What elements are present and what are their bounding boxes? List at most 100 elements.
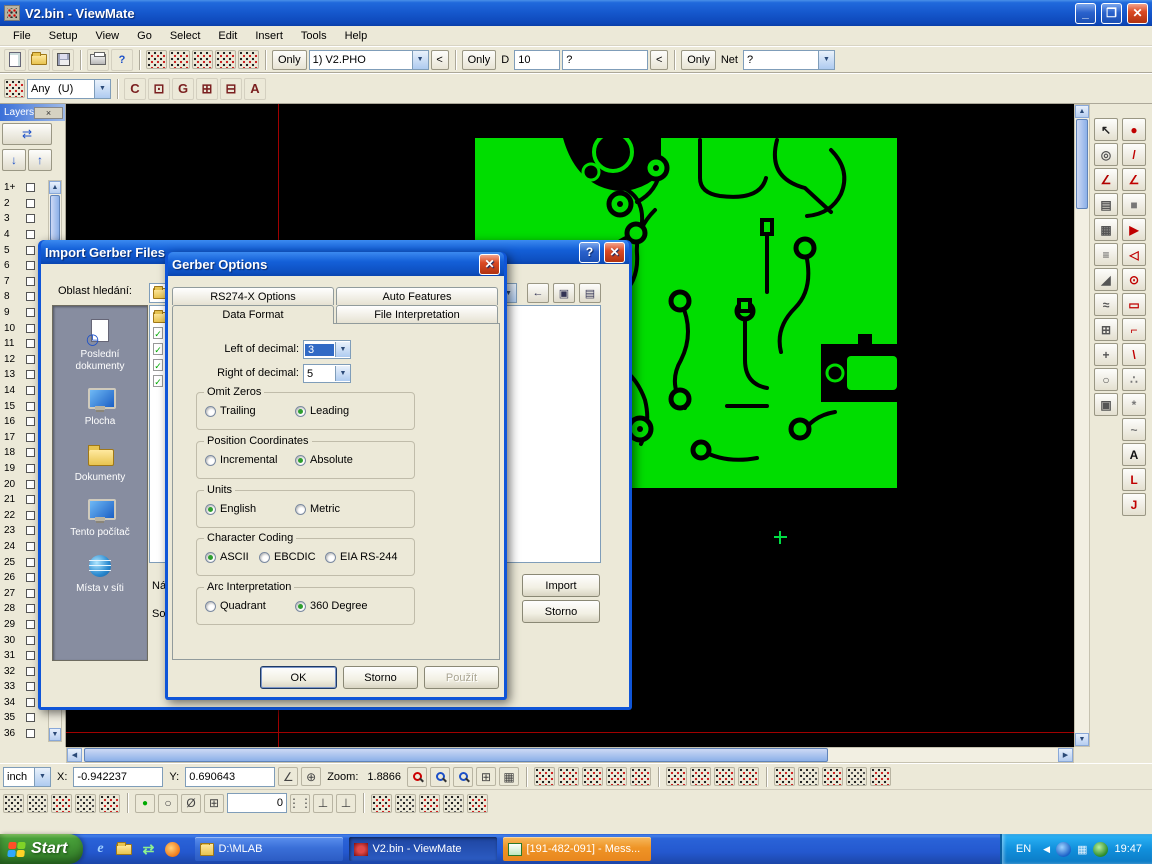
circle-pad-tool-icon[interactable]: ⊙ [1122,268,1146,291]
display-mode-icon[interactable] [798,767,819,786]
only-layer-toggle[interactable]: Only [272,50,307,70]
display-mode-icon[interactable] [870,767,891,786]
restore-button[interactable]: ❐ [1101,3,1122,24]
menu-item-select[interactable]: Select [161,28,210,44]
menu-item-view[interactable]: View [86,28,128,44]
radio-ebcdic[interactable]: EBCDIC [259,551,316,563]
only-dcode-toggle[interactable]: Only [462,50,497,70]
c-code-filter-icon[interactable]: C [124,78,146,100]
layer-color-box[interactable] [26,277,35,286]
net-combobox[interactable]: ? ▼ [743,50,835,70]
radio-trailing[interactable]: Trailing [205,405,256,417]
aperture-shape-combobox[interactable]: Any (U) ▼ [27,79,111,99]
storno-button[interactable]: Storno [522,600,600,623]
layer-combobox[interactable]: 1) V2.PHO ▼ [309,50,429,70]
zoom-out-icon[interactable] [453,767,473,787]
measure-diagonal-icon[interactable]: ∠ [278,767,298,786]
open-file-button[interactable] [28,49,50,71]
layer-color-box[interactable] [26,417,35,426]
g-code-filter-icon[interactable]: G [172,78,194,100]
menu-item-help[interactable]: Help [336,28,377,44]
taskbar-window-mlab[interactable]: D:\MLAB [195,837,343,861]
radio-incremental[interactable]: Incremental [205,454,277,466]
layer-color-box[interactable] [26,542,35,551]
browser-shortcut-icon[interactable] [163,840,181,858]
tab-file-interpretation[interactable]: File Interpretation [336,305,498,323]
edit-pattern-icon[interactable] [51,794,72,813]
layer-up-button[interactable]: ↑ [28,149,52,171]
layer-color-box[interactable] [26,573,35,582]
text-filter-icon[interactable]: A [244,78,266,100]
radio-quadrant[interactable]: Quadrant [205,600,266,612]
layer-color-box[interactable] [26,698,35,707]
chevron-down-icon[interactable]: ▼ [335,342,350,357]
layer-color-box[interactable] [26,402,35,411]
rectangle-tool-icon[interactable]: ■ [1122,193,1146,216]
dot-grid-icon[interactable]: ⋮⋮ [290,794,310,813]
layer-color-box[interactable] [26,183,35,192]
layer-color-box[interactable] [26,199,35,208]
layer-color-box[interactable] [26,604,35,613]
diameter-icon[interactable]: Ø [181,794,201,813]
import-button[interactable]: Import [522,574,600,597]
circle-tool-icon[interactable]: ○ [158,794,178,813]
pad-grid-icon[interactable]: ▦ [1094,218,1118,241]
grid-dense-icon[interactable]: ▦ [499,767,519,786]
layers-panel-header[interactable]: Layers × [0,104,65,121]
back-button[interactable]: ← [527,283,549,303]
select-pointer-icon[interactable]: ↖ [1094,118,1118,141]
layer-color-box[interactable] [26,667,35,676]
display-mode-icon[interactable] [606,767,627,786]
zoom-select-icon[interactable] [407,767,427,787]
layer-color-box[interactable] [26,292,35,301]
circle-select-icon[interactable]: ○ [1094,368,1118,391]
units-combobox[interactable]: inch ▼ [3,767,51,787]
paint-pattern-icon[interactable] [419,794,440,813]
layer-color-box[interactable] [26,511,35,520]
star-tool-icon[interactable]: * [1122,393,1146,416]
frame-tool-icon[interactable]: ▭ [1122,293,1146,316]
lines-icon[interactable]: ≡ [1094,243,1118,266]
wave-icon[interactable]: ≈ [1094,293,1118,316]
chevron-down-icon[interactable]: ▼ [818,51,834,69]
corner-tool-icon[interactable]: ⌐ [1122,318,1146,341]
dots-tool-icon[interactable]: ∴ [1122,368,1146,391]
layer-color-box[interactable] [26,480,35,489]
anchor-icon[interactable]: ⊥ [313,794,333,813]
place-item-2[interactable]: Dokumenty [55,441,145,484]
select-net-button[interactable] [192,50,213,69]
start-button[interactable]: Start [0,834,83,864]
flash-filter-icon[interactable]: ⊞ [196,78,218,100]
display-mode-icon[interactable] [630,767,651,786]
text-tool-icon[interactable]: A [1122,443,1146,466]
layer-row-36[interactable]: 36 [0,726,48,742]
layer-down-button[interactable]: ↓ [2,149,26,171]
layer-color-box[interactable] [26,589,35,598]
place-item-3[interactable]: Tento počítač [55,496,145,539]
close-button[interactable]: ✕ [1127,3,1148,24]
layer-color-box[interactable] [26,230,35,239]
place-item-1[interactable]: Plocha [55,385,145,428]
dcode-field[interactable]: 10 [514,50,560,70]
display-mode-icon[interactable] [822,767,843,786]
radio-leading[interactable]: Leading [295,405,349,417]
layer-color-box[interactable] [26,558,35,567]
minimize-button[interactable]: _ [1075,3,1096,24]
paint-pattern-icon[interactable] [443,794,464,813]
radio-360-degree[interactable]: 360 Degree [295,600,368,612]
zoom-in-icon[interactable] [430,767,450,787]
display-mode-icon[interactable] [846,767,867,786]
menu-item-file[interactable]: File [4,28,40,44]
menu-item-setup[interactable]: Setup [40,28,87,44]
menu-item-edit[interactable]: Edit [209,28,246,44]
highlight-selection-button[interactable] [146,50,167,69]
layer-color-box[interactable] [26,324,35,333]
place-item-4[interactable]: Místa v síti [55,552,145,595]
layer-color-box[interactable] [26,448,35,457]
aperture-pattern-button[interactable] [4,79,25,98]
pad-filter-icon[interactable]: ⊡ [148,78,170,100]
internet-explorer-icon[interactable]: e [91,840,109,858]
layer-color-box[interactable] [26,636,35,645]
layer-color-box[interactable] [26,713,35,722]
chevron-down-icon[interactable]: ▼ [94,80,110,98]
